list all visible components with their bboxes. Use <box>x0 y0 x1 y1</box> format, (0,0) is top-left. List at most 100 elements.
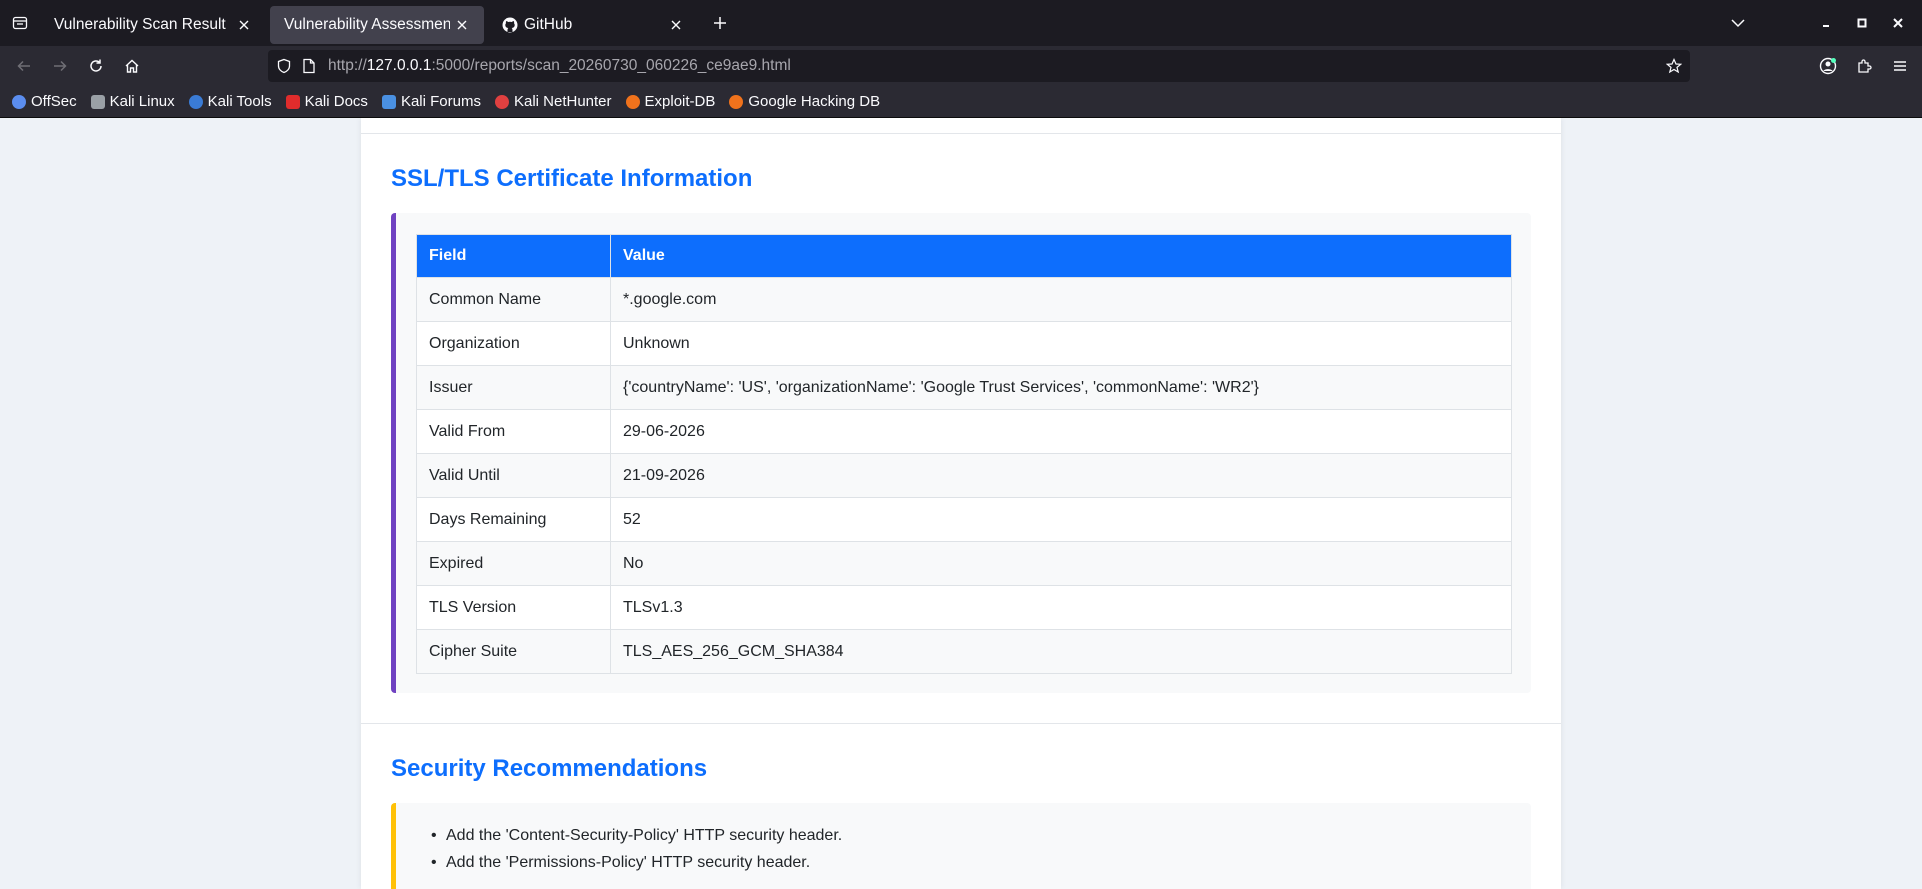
new-tab-icon[interactable] <box>702 5 738 41</box>
report-container: SSL/TLS Certificate Information Field Va… <box>361 118 1561 889</box>
account-icon[interactable] <box>1810 48 1846 84</box>
close-window-icon[interactable] <box>1880 5 1916 41</box>
bookmark-kali-tools[interactable]: Kali Tools <box>188 93 272 110</box>
list-all-tabs-icon[interactable] <box>1720 5 1756 41</box>
bookmark-label: Google Hacking DB <box>748 93 881 110</box>
value-cell: Unknown <box>610 321 1512 366</box>
value-cell: No <box>610 541 1512 586</box>
tab-list-icon[interactable] <box>0 0 40 46</box>
list-item: Add the 'Content-Security-Policy' HTTP s… <box>431 827 842 854</box>
bookmark-label: OffSec <box>31 93 77 110</box>
kali-dragon-icon <box>90 94 105 109</box>
field-cell: Cipher Suite <box>416 629 611 674</box>
reload-icon[interactable] <box>78 48 114 84</box>
url-path: :5000/reports/scan_20260730_060226_ce9ae… <box>431 57 791 74</box>
bookmark-star-icon[interactable] <box>1666 58 1682 74</box>
tab-title: Vulnerability Assessment Report <box>284 16 450 33</box>
table-row: Expired No <box>416 541 1512 586</box>
field-cell: Valid Until <box>416 453 611 498</box>
url-bar[interactable]: http://127.0.0.1:5000/reports/scan_20260… <box>268 50 1690 82</box>
maximize-icon[interactable] <box>1844 5 1880 41</box>
menu-icon[interactable] <box>1882 48 1918 84</box>
ssl-section-title: SSL/TLS Certificate Information <box>391 165 753 192</box>
shield-icon[interactable] <box>276 58 292 74</box>
column-header-field: Field <box>416 234 611 278</box>
bookmark-label: Kali Forums <box>400 93 481 110</box>
field-cell: Valid From <box>416 409 611 454</box>
kali-forums-icon <box>381 94 396 109</box>
tab-assessment-report[interactable]: Vulnerability Assessment Report <box>270 6 484 44</box>
table-row: Valid Until 21-09-2026 <box>416 453 1512 498</box>
close-tab-icon[interactable] <box>236 17 252 33</box>
tab-bar: Vulnerability Scan Result Vulnerability … <box>0 0 1922 46</box>
value-cell: 21-09-2026 <box>610 453 1512 498</box>
field-cell: Days Remaining <box>416 497 611 542</box>
bookmark-label: Kali Docs <box>304 93 368 110</box>
minimize-icon[interactable] <box>1808 5 1844 41</box>
github-icon <box>502 17 518 33</box>
ssl-certificate-card: Field Value Common Name *.google.com Orga… <box>391 213 1531 693</box>
bookmark-kali-forums[interactable]: Kali Forums <box>381 93 481 110</box>
value-cell: 29-06-2026 <box>610 409 1512 454</box>
table-row: Valid From 29-06-2026 <box>416 409 1512 454</box>
field-cell: Issuer <box>416 365 611 410</box>
bookmarks-toolbar: OffSec Kali Linux Kali Tools Kali Docs K… <box>0 86 1922 118</box>
bookmark-label: Kali Tools <box>207 93 272 110</box>
field-cell: Organization <box>416 321 611 366</box>
bookmark-kali-docs[interactable]: Kali Docs <box>285 93 368 110</box>
url-scheme: http:// <box>328 57 367 74</box>
table-header-row: Field Value <box>416 234 1512 278</box>
back-icon[interactable] <box>6 48 42 84</box>
forward-icon[interactable] <box>42 48 78 84</box>
url-text[interactable]: http://127.0.0.1:5000/reports/scan_20260… <box>328 57 791 75</box>
tab-title: Vulnerability Scan Result <box>54 16 226 33</box>
bookmark-google-hacking-db[interactable]: Google Hacking DB <box>729 93 880 110</box>
nethunter-icon <box>494 94 509 109</box>
recommendations-card: Add the 'Content-Security-Policy' HTTP s… <box>391 803 1531 889</box>
extensions-icon[interactable] <box>1846 48 1882 84</box>
value-cell: TLSv1.3 <box>610 585 1512 630</box>
tab-scan-result[interactable]: Vulnerability Scan Result <box>40 6 266 44</box>
field-cell: Common Name <box>416 277 611 322</box>
field-cell: TLS Version <box>416 585 611 630</box>
table-row: Cipher Suite TLS_AES_256_GCM_SHA384 <box>416 629 1512 674</box>
close-tab-icon[interactable] <box>454 17 470 33</box>
field-cell: Expired <box>416 541 611 586</box>
tab-github[interactable]: GitHub <box>488 6 698 44</box>
url-host: 127.0.0.1 <box>366 57 432 74</box>
list-item: Add the 'Permissions-Policy' HTTP securi… <box>431 854 842 881</box>
table-row: Common Name *.google.com <box>416 277 1512 322</box>
toolbar-right <box>1810 48 1922 84</box>
table-row: Organization Unknown <box>416 321 1512 366</box>
ssl-certificate-table: Field Value Common Name *.google.com Orga… <box>416 234 1512 674</box>
bookmark-label: Exploit-DB <box>644 93 716 110</box>
bookmark-label: Kali NetHunter <box>513 93 612 110</box>
bookmark-label: Kali Linux <box>109 93 175 110</box>
ghdb-icon <box>729 94 744 109</box>
bookmark-offsec[interactable]: OffSec <box>12 93 77 110</box>
kali-tools-icon <box>188 94 203 109</box>
exploit-db-icon <box>625 94 640 109</box>
value-cell: {'countryName': 'US', 'organizationName'… <box>610 365 1512 410</box>
column-header-value: Value <box>610 234 1512 278</box>
bookmark-exploit-db[interactable]: Exploit-DB <box>625 93 716 110</box>
page-viewport[interactable]: SSL/TLS Certificate Information Field Va… <box>0 118 1922 889</box>
offsec-icon <box>12 94 26 109</box>
section-divider <box>361 133 1561 134</box>
home-icon[interactable] <box>114 48 150 84</box>
value-cell: TLS_AES_256_GCM_SHA384 <box>610 629 1512 674</box>
navigation-toolbar: http://127.0.0.1:5000/reports/scan_20260… <box>0 46 1922 86</box>
window-controls <box>1720 0 1922 46</box>
table-row: TLS Version TLSv1.3 <box>416 585 1512 630</box>
value-cell: 52 <box>610 497 1512 542</box>
close-tab-icon[interactable] <box>668 17 684 33</box>
page-info-icon[interactable] <box>302 58 316 74</box>
table-row: Issuer {'countryName': 'US', 'organizatio… <box>416 365 1512 410</box>
recommendations-section-title: Security Recommendations <box>391 755 708 782</box>
bookmark-kali-nethunter[interactable]: Kali NetHunter <box>494 93 612 110</box>
bookmark-kali-linux[interactable]: Kali Linux <box>90 93 175 110</box>
kali-docs-icon <box>285 94 300 109</box>
value-cell: *.google.com <box>610 277 1512 322</box>
section-divider <box>361 723 1561 724</box>
recommendations-list: Add the 'Content-Security-Policy' HTTP s… <box>431 827 842 881</box>
